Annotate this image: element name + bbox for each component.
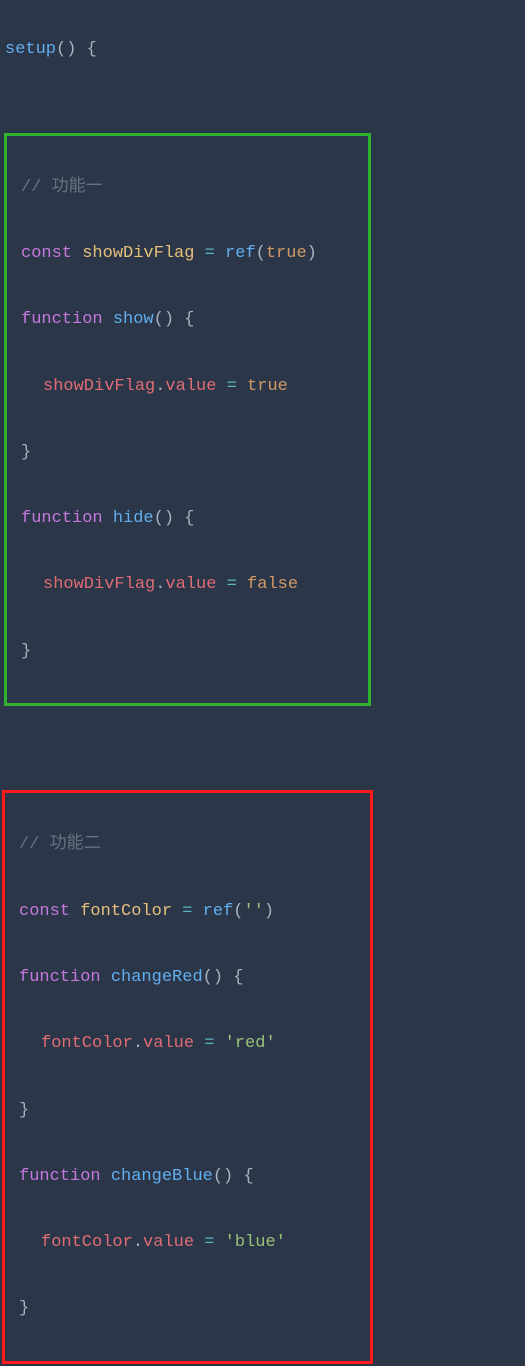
paren: (): [203, 968, 223, 987]
setup-fn: setup: [5, 40, 56, 59]
comment-feature-two: // 功能二: [19, 828, 366, 861]
dot: .: [155, 575, 165, 594]
brace: {: [223, 968, 243, 987]
dot: .: [155, 377, 165, 396]
fn-ref: ref: [203, 902, 234, 921]
line-show-body: showDivFlag.value = true: [21, 370, 364, 403]
brace: }: [19, 1299, 29, 1318]
rparen: ): [264, 902, 274, 921]
line-close-changeblue: }: [19, 1292, 366, 1325]
comment-feature-one: // 功能一: [21, 171, 364, 204]
brace: {: [76, 40, 96, 59]
rparen: ): [307, 244, 317, 263]
feature-two-box: // 功能二 const fontColor = ref('') functio…: [2, 790, 373, 1363]
kw-function: function: [21, 310, 103, 329]
kw-function: function: [21, 509, 103, 528]
line-fn-changeblue: function changeBlue() {: [19, 1160, 366, 1193]
comment-text: // 功能二: [19, 835, 101, 854]
paren: (): [213, 1167, 233, 1186]
lparen: (: [233, 902, 243, 921]
kw-function: function: [19, 1167, 101, 1186]
str-blue: 'blue': [225, 1233, 286, 1252]
paren: (): [154, 310, 174, 329]
line-fn-changered: function changeRed() {: [19, 961, 366, 994]
obj-fontcolor: fontColor: [41, 1034, 133, 1053]
var-showdivflag: showDivFlag: [72, 244, 205, 263]
prop-value: value: [143, 1034, 204, 1053]
dot: .: [133, 1034, 143, 1053]
op-eq: =: [227, 575, 247, 594]
line-fn-show: function show() {: [21, 303, 364, 336]
paren: (): [56, 40, 76, 59]
obj-showdivflag: showDivFlag: [43, 377, 155, 396]
line-setup: setup() {: [0, 33, 525, 66]
op-eq: =: [182, 902, 202, 921]
line-const-fontcolor: const fontColor = ref(''): [19, 895, 366, 928]
line-changeblue-body: fontColor.value = 'blue': [19, 1226, 366, 1259]
obj-fontcolor: fontColor: [41, 1233, 133, 1252]
var-fontcolor: fontColor: [70, 902, 182, 921]
bool-false: false: [247, 575, 298, 594]
line-close-hide: }: [21, 635, 364, 668]
fn-ref: ref: [225, 244, 256, 263]
fn-changeblue: changeBlue: [101, 1167, 213, 1186]
line-const-showdivflag: const showDivFlag = ref(true): [21, 237, 364, 270]
fn-hide: hide: [103, 509, 154, 528]
brace: }: [19, 1101, 29, 1120]
paren: (): [154, 509, 174, 528]
lparen: (: [256, 244, 266, 263]
brace: }: [21, 642, 31, 661]
kw-const: const: [21, 244, 72, 263]
dot: .: [133, 1233, 143, 1252]
brace: {: [233, 1167, 253, 1186]
op-eq: =: [227, 377, 247, 396]
op-eq: =: [204, 1233, 224, 1252]
brace: {: [174, 509, 194, 528]
str-empty: '': [243, 902, 263, 921]
comment-text: // 功能一: [21, 178, 103, 197]
bool-true: true: [266, 244, 307, 263]
prop-value: value: [143, 1233, 204, 1252]
bool-true: true: [247, 377, 288, 396]
kw-function: function: [19, 968, 101, 987]
line-close-changered: }: [19, 1094, 366, 1127]
code-block: setup() { // 功能一 const showDivFlag = ref…: [0, 0, 525, 1366]
fn-changered: changeRed: [101, 968, 203, 987]
line-fn-hide: function hide() {: [21, 502, 364, 535]
prop-value: value: [165, 377, 226, 396]
kw-const: const: [19, 902, 70, 921]
prop-value: value: [165, 575, 226, 594]
brace: {: [174, 310, 194, 329]
line-close-show: }: [21, 436, 364, 469]
brace: }: [21, 443, 31, 462]
line-hide-body: showDivFlag.value = false: [21, 568, 364, 601]
op-eq: =: [205, 244, 225, 263]
feature-one-box: // 功能一 const showDivFlag = ref(true) fun…: [4, 133, 371, 706]
line-changered-body: fontColor.value = 'red': [19, 1027, 366, 1060]
fn-show: show: [103, 310, 154, 329]
op-eq: =: [204, 1034, 224, 1053]
obj-showdivflag: showDivFlag: [43, 575, 155, 594]
str-red: 'red': [225, 1034, 276, 1053]
